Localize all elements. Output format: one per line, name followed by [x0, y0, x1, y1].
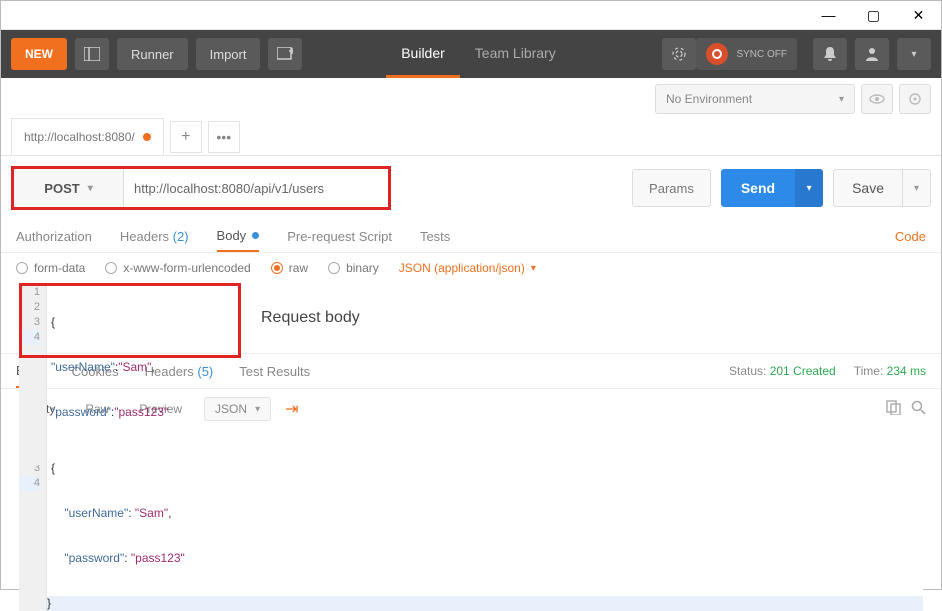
response-body-editor[interactable]: 1 2 3 4 { "userName": "Sam", "password":…: [1, 429, 941, 611]
save-button[interactable]: Save: [833, 169, 903, 207]
request-body-annotation: Request body: [261, 309, 360, 327]
headers-count: (2): [173, 229, 189, 244]
tab-authorization[interactable]: Authorization: [16, 220, 92, 252]
environment-settings-button[interactable]: [899, 84, 931, 114]
team-library-tab[interactable]: Team Library: [460, 30, 571, 78]
notifications-button[interactable]: [813, 38, 847, 70]
sidebar-icon: [84, 47, 100, 61]
environment-bar: No Environment ▾: [1, 78, 941, 118]
tab-tests[interactable]: Tests: [420, 220, 450, 252]
new-button[interactable]: NEW: [11, 38, 67, 70]
generate-code-link[interactable]: Code: [895, 229, 926, 244]
tab-headers[interactable]: Headers (2): [120, 220, 189, 252]
new-window-button[interactable]: [268, 38, 302, 70]
chevron-down-icon: ▾: [914, 183, 919, 194]
chevron-down-icon: ▾: [88, 183, 93, 194]
sidebar-toggle-button[interactable]: [75, 38, 109, 70]
environment-select[interactable]: No Environment ▾: [655, 84, 855, 114]
request-tabbar: http://localhost:8080/ + •••: [1, 118, 941, 156]
radio-raw[interactable]: raw: [271, 261, 308, 275]
radio-icon: [328, 262, 340, 274]
tab-body[interactable]: Body: [217, 220, 260, 252]
radio-icon: [16, 262, 28, 274]
radio-form-data[interactable]: form-data: [16, 261, 85, 275]
line-gutter: 1 2 3 4: [19, 283, 47, 465]
content-type-select[interactable]: JSON (application/json) ▾: [399, 261, 536, 275]
settings-dropdown-button[interactable]: ▾: [897, 38, 931, 70]
tab-headers-label: Headers: [120, 229, 169, 244]
method-url-group: POST ▾: [11, 166, 391, 210]
body-type-selector: form-data x-www-form-urlencoded raw bina…: [1, 253, 941, 283]
request-section-tabs: Authorization Headers (2) Body Pre-reque…: [1, 220, 941, 253]
app-toolbar: NEW Runner Import Builder Team Library S…: [1, 30, 941, 78]
radio-icon: [271, 262, 283, 274]
window-minimize-button[interactable]: —: [806, 1, 851, 30]
window-titlebar: — ▢ ✕: [1, 1, 941, 30]
bell-icon: [823, 46, 837, 62]
radio-label: form-data: [34, 261, 85, 275]
radio-binary[interactable]: binary: [328, 261, 379, 275]
satellite-icon: [671, 46, 687, 62]
new-tab-button[interactable]: +: [170, 121, 202, 153]
sync-status[interactable]: SYNC OFF: [696, 38, 797, 70]
sync-icon: [706, 43, 728, 65]
radio-icon: [105, 262, 117, 274]
new-window-icon: [277, 47, 293, 61]
params-button[interactable]: Params: [632, 169, 711, 207]
gear-icon: [908, 92, 922, 106]
request-tab-title: http://localhost:8080/: [24, 130, 135, 144]
chevron-down-icon: ▾: [911, 49, 916, 60]
send-button[interactable]: Send: [721, 169, 795, 207]
code-area[interactable]: { "userName": "Sam", "password": "pass12…: [47, 429, 923, 611]
save-dropdown-button[interactable]: ▾: [903, 169, 931, 207]
builder-tab[interactable]: Builder: [386, 30, 460, 78]
chevron-down-icon: ▾: [807, 183, 812, 194]
radio-label: x-www-form-urlencoded: [123, 261, 250, 275]
body-active-dot-icon: [252, 232, 259, 239]
radio-label: raw: [289, 261, 308, 275]
url-input[interactable]: [124, 169, 388, 207]
radio-label: binary: [346, 261, 379, 275]
chevron-down-icon: ▾: [531, 263, 536, 274]
request-tab[interactable]: http://localhost:8080/: [11, 118, 164, 155]
unsaved-dot-icon: [143, 133, 151, 141]
send-dropdown-button[interactable]: ▾: [795, 169, 823, 207]
chevron-down-icon: ▾: [839, 94, 844, 105]
interceptor-button[interactable]: [662, 38, 696, 70]
window-maximize-button[interactable]: ▢: [851, 1, 896, 30]
import-button[interactable]: Import: [196, 38, 261, 70]
http-method-select[interactable]: POST ▾: [14, 169, 124, 207]
sync-label: SYNC OFF: [736, 49, 787, 60]
user-icon: [865, 47, 879, 61]
tab-body-label: Body: [217, 228, 247, 243]
eye-icon: [869, 94, 885, 104]
request-bar: POST ▾ Params Send ▾ Save ▾: [1, 156, 941, 220]
content-type-value: JSON (application/json): [399, 261, 525, 275]
tab-prerequest[interactable]: Pre-request Script: [287, 220, 392, 252]
tab-options-button[interactable]: •••: [208, 121, 240, 153]
window-close-button[interactable]: ✕: [896, 1, 941, 30]
user-menu-button[interactable]: [855, 38, 889, 70]
http-method-value: POST: [44, 181, 79, 196]
radio-urlencoded[interactable]: x-www-form-urlencoded: [105, 261, 250, 275]
runner-button[interactable]: Runner: [117, 38, 188, 70]
environment-value: No Environment: [666, 92, 752, 106]
environment-quicklook-button[interactable]: [861, 84, 893, 114]
